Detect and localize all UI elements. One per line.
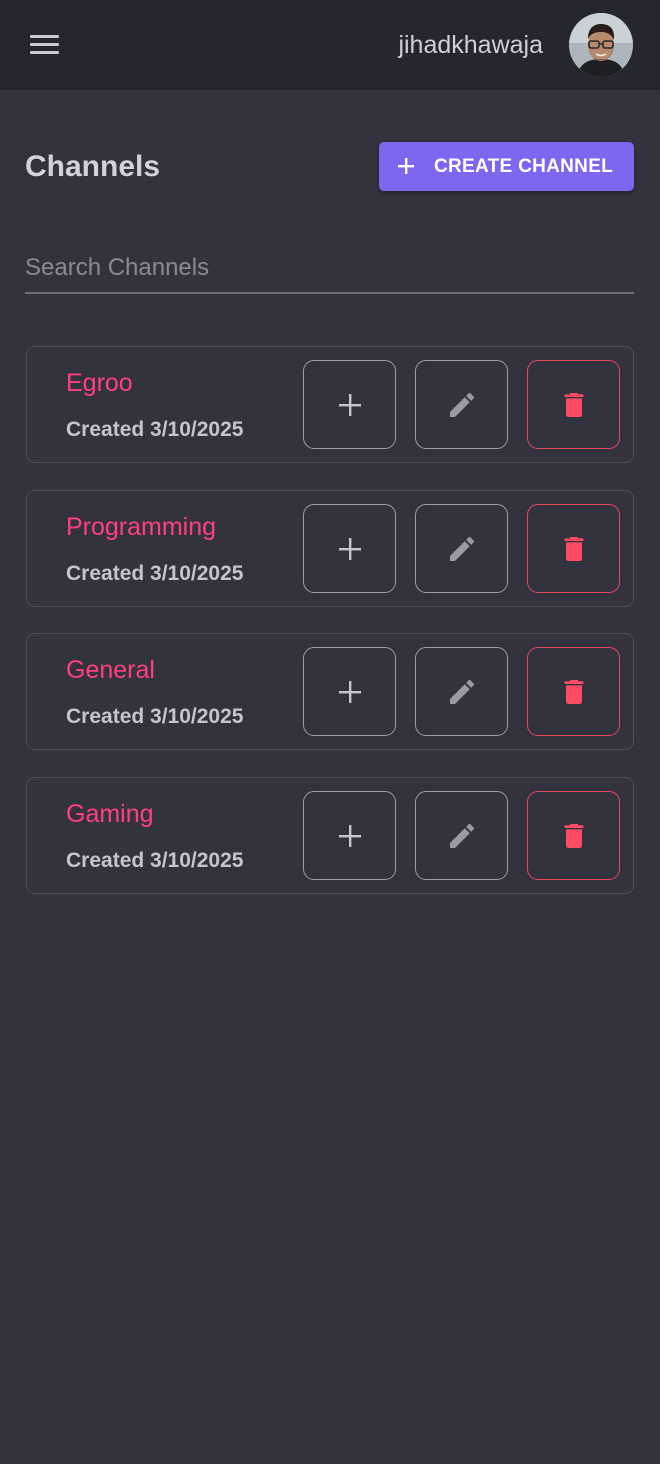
- menu-button[interactable]: [22, 26, 66, 64]
- plus-icon: [338, 393, 361, 416]
- trash-icon: [564, 823, 583, 848]
- add-member-button[interactable]: [303, 504, 396, 593]
- channel-name[interactable]: Gaming: [66, 798, 154, 830]
- delete-channel-button[interactable]: [527, 360, 620, 449]
- edit-channel-button[interactable]: [415, 647, 508, 736]
- channel-card: Gaming Created 3/10/2025: [26, 777, 634, 894]
- channel-name[interactable]: General: [66, 654, 155, 686]
- page-title: Channels: [25, 150, 161, 183]
- channel-card: General Created 3/10/2025: [26, 633, 634, 750]
- channel-card: Egroo Created 3/10/2025: [26, 346, 634, 463]
- plus-icon: [398, 158, 414, 174]
- delete-channel-button[interactable]: [527, 791, 620, 880]
- username: jihadkhawaja: [398, 31, 543, 59]
- pencil-icon: [449, 392, 474, 417]
- app-bar: jihadkhawaja: [0, 0, 660, 90]
- plus-icon: [338, 537, 361, 560]
- plus-icon: [338, 680, 361, 703]
- pencil-icon: [449, 679, 474, 704]
- edit-channel-button[interactable]: [415, 360, 508, 449]
- channel-created-date: Created 3/10/2025: [66, 705, 244, 728]
- channel-name[interactable]: Programming: [66, 511, 216, 543]
- edit-channel-button[interactable]: [415, 504, 508, 593]
- add-member-button[interactable]: [303, 360, 396, 449]
- pencil-icon: [449, 536, 474, 561]
- menu-icon: [30, 35, 59, 54]
- search-field: [25, 244, 634, 294]
- channel-created-date: Created 3/10/2025: [66, 849, 244, 872]
- channel-name[interactable]: Egroo: [66, 367, 133, 399]
- plus-icon: [338, 824, 361, 847]
- create-channel-button[interactable]: CREATE CHANNEL: [379, 142, 634, 191]
- add-member-button[interactable]: [303, 647, 396, 736]
- search-input[interactable]: [25, 244, 634, 292]
- channel-created-date: Created 3/10/2025: [66, 418, 244, 441]
- edit-channel-button[interactable]: [415, 791, 508, 880]
- trash-icon: [564, 536, 583, 561]
- pencil-icon: [449, 823, 474, 848]
- create-channel-label: CREATE CHANNEL: [434, 156, 614, 177]
- channel-card: Programming Created 3/10/2025: [26, 490, 634, 607]
- trash-icon: [564, 392, 583, 417]
- delete-channel-button[interactable]: [527, 504, 620, 593]
- add-member-button[interactable]: [303, 791, 396, 880]
- channel-created-date: Created 3/10/2025: [66, 562, 244, 585]
- delete-channel-button[interactable]: [527, 647, 620, 736]
- avatar[interactable]: [569, 13, 633, 77]
- trash-icon: [564, 679, 583, 704]
